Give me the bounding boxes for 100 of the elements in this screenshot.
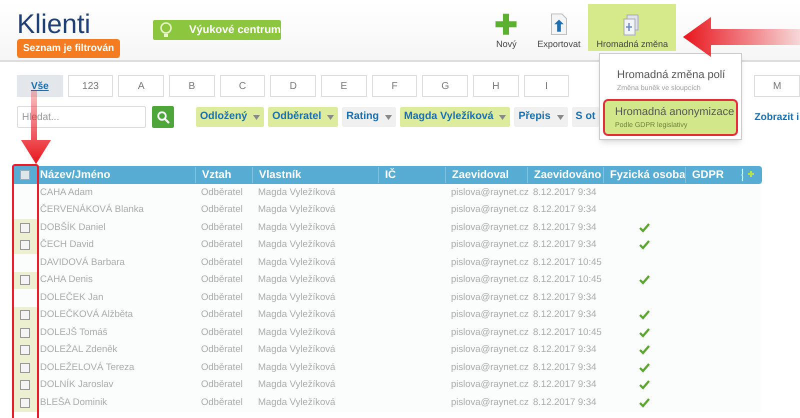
column-header[interactable]: Název/Jméno bbox=[38, 166, 195, 184]
table-cell-text: 8.12.2017 9:34 bbox=[532, 360, 598, 375]
table-cell-text: Magda Vyležíková bbox=[257, 220, 336, 235]
column-header[interactable]: GDPR bbox=[685, 166, 740, 184]
table-cell-text: Odběratel bbox=[200, 290, 244, 305]
table-cell-text: pislova@raynet.cz bbox=[450, 220, 527, 235]
filter-dropdown[interactable]: S ot bbox=[572, 107, 600, 127]
add-column-icon[interactable] bbox=[740, 168, 756, 182]
table-cell-text: 8.12.2017 9:34 bbox=[532, 343, 598, 358]
row-checkbox[interactable] bbox=[20, 345, 30, 356]
row-checkbox[interactable] bbox=[20, 380, 30, 390]
letter-tab[interactable]: C bbox=[220, 75, 266, 97]
table-cell-text: 8.12.2017 9:34 bbox=[532, 308, 598, 322]
table-cell-text: DOLEŽAL Zdeněk bbox=[39, 343, 118, 358]
table-cell-text: 8.12.2017 9:34 bbox=[532, 220, 598, 235]
table-cell-text: CAHA Denis bbox=[39, 273, 94, 288]
table-cell-text: pislova@raynet.cz bbox=[450, 378, 527, 392]
table-cell-text: Magda Vyležíková bbox=[257, 326, 336, 340]
table-cell-text: 8.12.2017 9:34 bbox=[532, 238, 598, 252]
letter-tab[interactable]: D bbox=[270, 75, 316, 97]
letter-tab[interactable]: H bbox=[473, 75, 519, 97]
table-cell-text: Magda Vyležíková bbox=[257, 238, 336, 252]
table-cell-text: 8.12.2017 10:45 bbox=[532, 273, 603, 288]
document-arrow-icon bbox=[548, 13, 569, 36]
row-checkbox[interactable] bbox=[20, 275, 30, 286]
table-cell-text: pislova@raynet.cz bbox=[450, 343, 527, 358]
table-cell-text: pislova@raynet.cz bbox=[450, 238, 527, 252]
select-all-checkbox[interactable] bbox=[20, 170, 30, 180]
table-cell-text: CAHA Adam bbox=[39, 186, 94, 200]
table-cell-text: Magda Vyležíková bbox=[257, 343, 336, 358]
table-cell-text: Magda Vyležíková bbox=[257, 203, 336, 218]
table-cell-text: 8.12.2017 9:34 bbox=[532, 396, 598, 410]
table-cell-text: DOLEJŠ Tomáš bbox=[39, 326, 108, 340]
letter-tab[interactable]: Vše bbox=[17, 75, 63, 97]
table-cell-text: DAVIDOVÁ Barbara bbox=[39, 256, 126, 270]
search-button[interactable] bbox=[152, 106, 174, 128]
table-cell-text: DOBŠÍK Daniel bbox=[39, 220, 106, 235]
toolbar-button[interactable]: Hromadná změna bbox=[588, 4, 676, 51]
table-cell-text: 8.12.2017 9:34 bbox=[532, 378, 598, 392]
filter-dropdown[interactable]: Přepis bbox=[514, 107, 568, 127]
search-icon bbox=[156, 110, 170, 124]
letter-tab[interactable]: F bbox=[372, 75, 418, 97]
filter-dropdown[interactable]: Odběratel bbox=[268, 107, 338, 127]
letter-tab[interactable]: 123 bbox=[68, 75, 114, 97]
row-checkbox[interactable] bbox=[20, 222, 30, 233]
toolbar-button[interactable]: Nový bbox=[483, 13, 530, 51]
table-cell-text: ČERVENÁKOVÁ Blanka bbox=[39, 203, 145, 218]
column-header[interactable]: Zaevidoval bbox=[445, 166, 527, 184]
row-checkbox[interactable] bbox=[20, 310, 30, 320]
table-cell-text: pislova@raynet.cz bbox=[450, 308, 527, 322]
filter-badge: Seznam je filtrován bbox=[17, 39, 120, 58]
table-cell-text: 8.12.2017 9:34 bbox=[532, 186, 598, 200]
show-link[interactable]: Zobrazit i bbox=[754, 110, 799, 124]
table-cell-text: pislova@raynet.cz bbox=[450, 273, 527, 288]
table-cell-text: Magda Vyležíková bbox=[257, 273, 336, 288]
letter-tab[interactable]: E bbox=[321, 75, 367, 97]
column-header[interactable]: Fyzická osoba bbox=[603, 166, 685, 184]
table-cell-text: Odběratel bbox=[200, 396, 244, 410]
row-checkbox[interactable] bbox=[20, 362, 30, 373]
table-cell-text: pislova@raynet.cz bbox=[450, 360, 527, 375]
filter-dropdown[interactable]: Magda Vyležíková bbox=[400, 107, 510, 127]
letter-tab[interactable]: G bbox=[422, 75, 468, 97]
column-header[interactable]: IČ bbox=[378, 166, 445, 184]
table-cell-text: Odběratel bbox=[200, 326, 244, 340]
letter-tab[interactable]: B bbox=[169, 75, 215, 97]
table-cell-text: DOLEČKOVÁ Alžběta bbox=[39, 308, 134, 322]
row-checkbox[interactable] bbox=[20, 328, 30, 338]
column-header[interactable]: Vlastník bbox=[252, 166, 378, 184]
table-cell-text: pislova@raynet.cz bbox=[450, 186, 527, 200]
filter-dropdown[interactable]: Rating bbox=[342, 107, 396, 127]
table-cell-text: 8.12.2017 9:34 bbox=[532, 203, 598, 218]
table-cell-text: Odběratel bbox=[200, 203, 244, 218]
table-cell-text: Magda Vyležíková bbox=[257, 378, 336, 392]
letter-tab[interactable]: A bbox=[118, 75, 164, 97]
table-cell-text: DOLEČEK Jan bbox=[39, 290, 104, 305]
letter-tab[interactable]: M bbox=[754, 75, 800, 97]
table-cell-text: ČECH David bbox=[39, 238, 95, 252]
table-cell-text: Odběratel bbox=[200, 186, 244, 200]
table-cell-text: 8.12.2017 10:45 bbox=[532, 256, 603, 270]
column-header[interactable]: Vztah bbox=[195, 166, 252, 184]
page-title: Klienti bbox=[17, 10, 91, 38]
table-cell-text: pislova@raynet.cz bbox=[450, 256, 527, 270]
table-cell-text: 8.12.2017 10:45 bbox=[532, 326, 603, 340]
table-cell-text: DOLEŽELOVÁ Tereza bbox=[39, 360, 136, 375]
table-cell-text: DOLNÍK Jaroslav bbox=[39, 378, 114, 392]
table-cell-text: Odběratel bbox=[200, 273, 244, 288]
table-cell-text: Odběratel bbox=[200, 360, 244, 375]
table-cell-text: Magda Vyležíková bbox=[257, 290, 336, 305]
row-checkbox[interactable] bbox=[20, 398, 30, 408]
column-header[interactable]: Zaevidováno bbox=[527, 166, 603, 184]
table-cell-text: Magda Vyležíková bbox=[257, 256, 336, 270]
table-cell-text: 8.12.2017 9:34 bbox=[532, 290, 598, 305]
letter-tab[interactable]: I bbox=[524, 75, 570, 97]
caret-icon bbox=[253, 114, 260, 120]
row-checkbox[interactable] bbox=[20, 240, 30, 250]
table-cell-text: Odběratel bbox=[200, 343, 244, 358]
caret-icon bbox=[384, 114, 392, 120]
toolbar-button[interactable]: Exportovat bbox=[529, 13, 588, 51]
filter-dropdown[interactable]: Odložený bbox=[196, 107, 264, 127]
caret-icon bbox=[499, 114, 506, 120]
